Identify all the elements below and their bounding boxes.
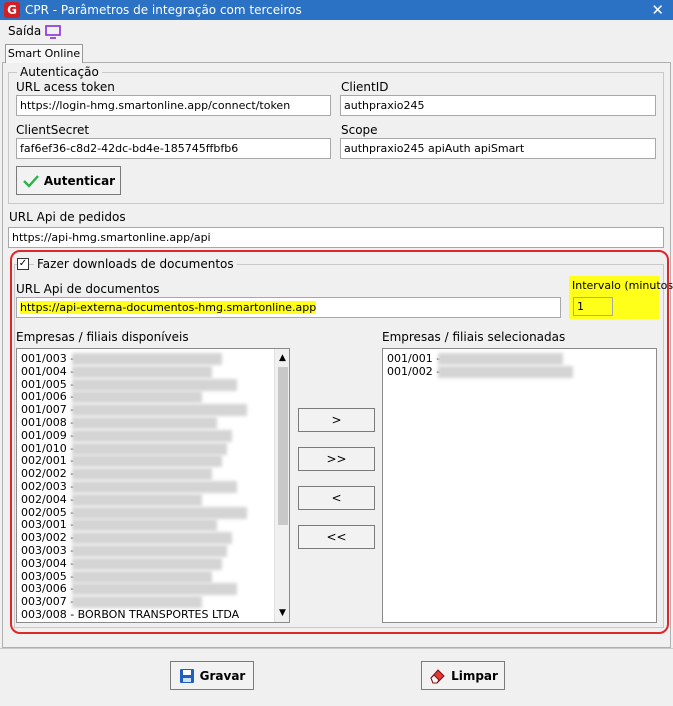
menu-bar: Saída [0,20,673,42]
autenticar-button[interactable]: Autenticar [16,166,121,195]
autenticar-label: Autenticar [43,173,116,188]
window-title: CPR - Parâmetros de integração com terce… [25,3,302,17]
monitor-icon[interactable] [45,25,61,39]
annotation-red-outline [10,250,669,634]
scope-input[interactable]: authpraxio245 apiAuth apiSmart [340,138,656,159]
autenticacao-legend: Autenticação [17,65,102,79]
gravar-label: Gravar [199,668,246,683]
gravar-button[interactable]: Gravar [170,661,254,690]
eraser-icon [430,668,445,683]
url-token-input[interactable]: https://login-hmg.smartonline.app/connec… [16,95,331,116]
limpar-button[interactable]: Limpar [421,661,505,690]
window-title-bar: G CPR - Parâmetros de integração com ter… [0,0,673,20]
limpar-label: Limpar [451,668,498,683]
menu-item-saida[interactable]: Saída [8,24,41,38]
scope-label: Scope [341,123,378,137]
pedidos-url-input[interactable]: https://api-hmg.smartonline.app/api [8,227,664,248]
close-icon[interactable]: ✕ [651,1,664,19]
client-id-label: ClientID [341,80,389,94]
app-logo-icon: G [4,2,20,18]
tab-smart-online[interactable]: Smart Online [5,44,83,63]
client-secret-input[interactable]: faf6ef36-c8d2-42dc-bd4e-185745ffbfb6 [16,138,331,159]
client-id-input[interactable]: authpraxio245 [340,95,656,116]
pedidos-url-label: URL Api de pedidos [9,210,126,224]
checkmark-icon [23,174,39,188]
bottom-bar [0,648,673,706]
client-secret-label: ClientSecret [16,123,90,137]
save-disk-icon [179,668,194,683]
url-token-label: URL acess token [16,80,115,94]
